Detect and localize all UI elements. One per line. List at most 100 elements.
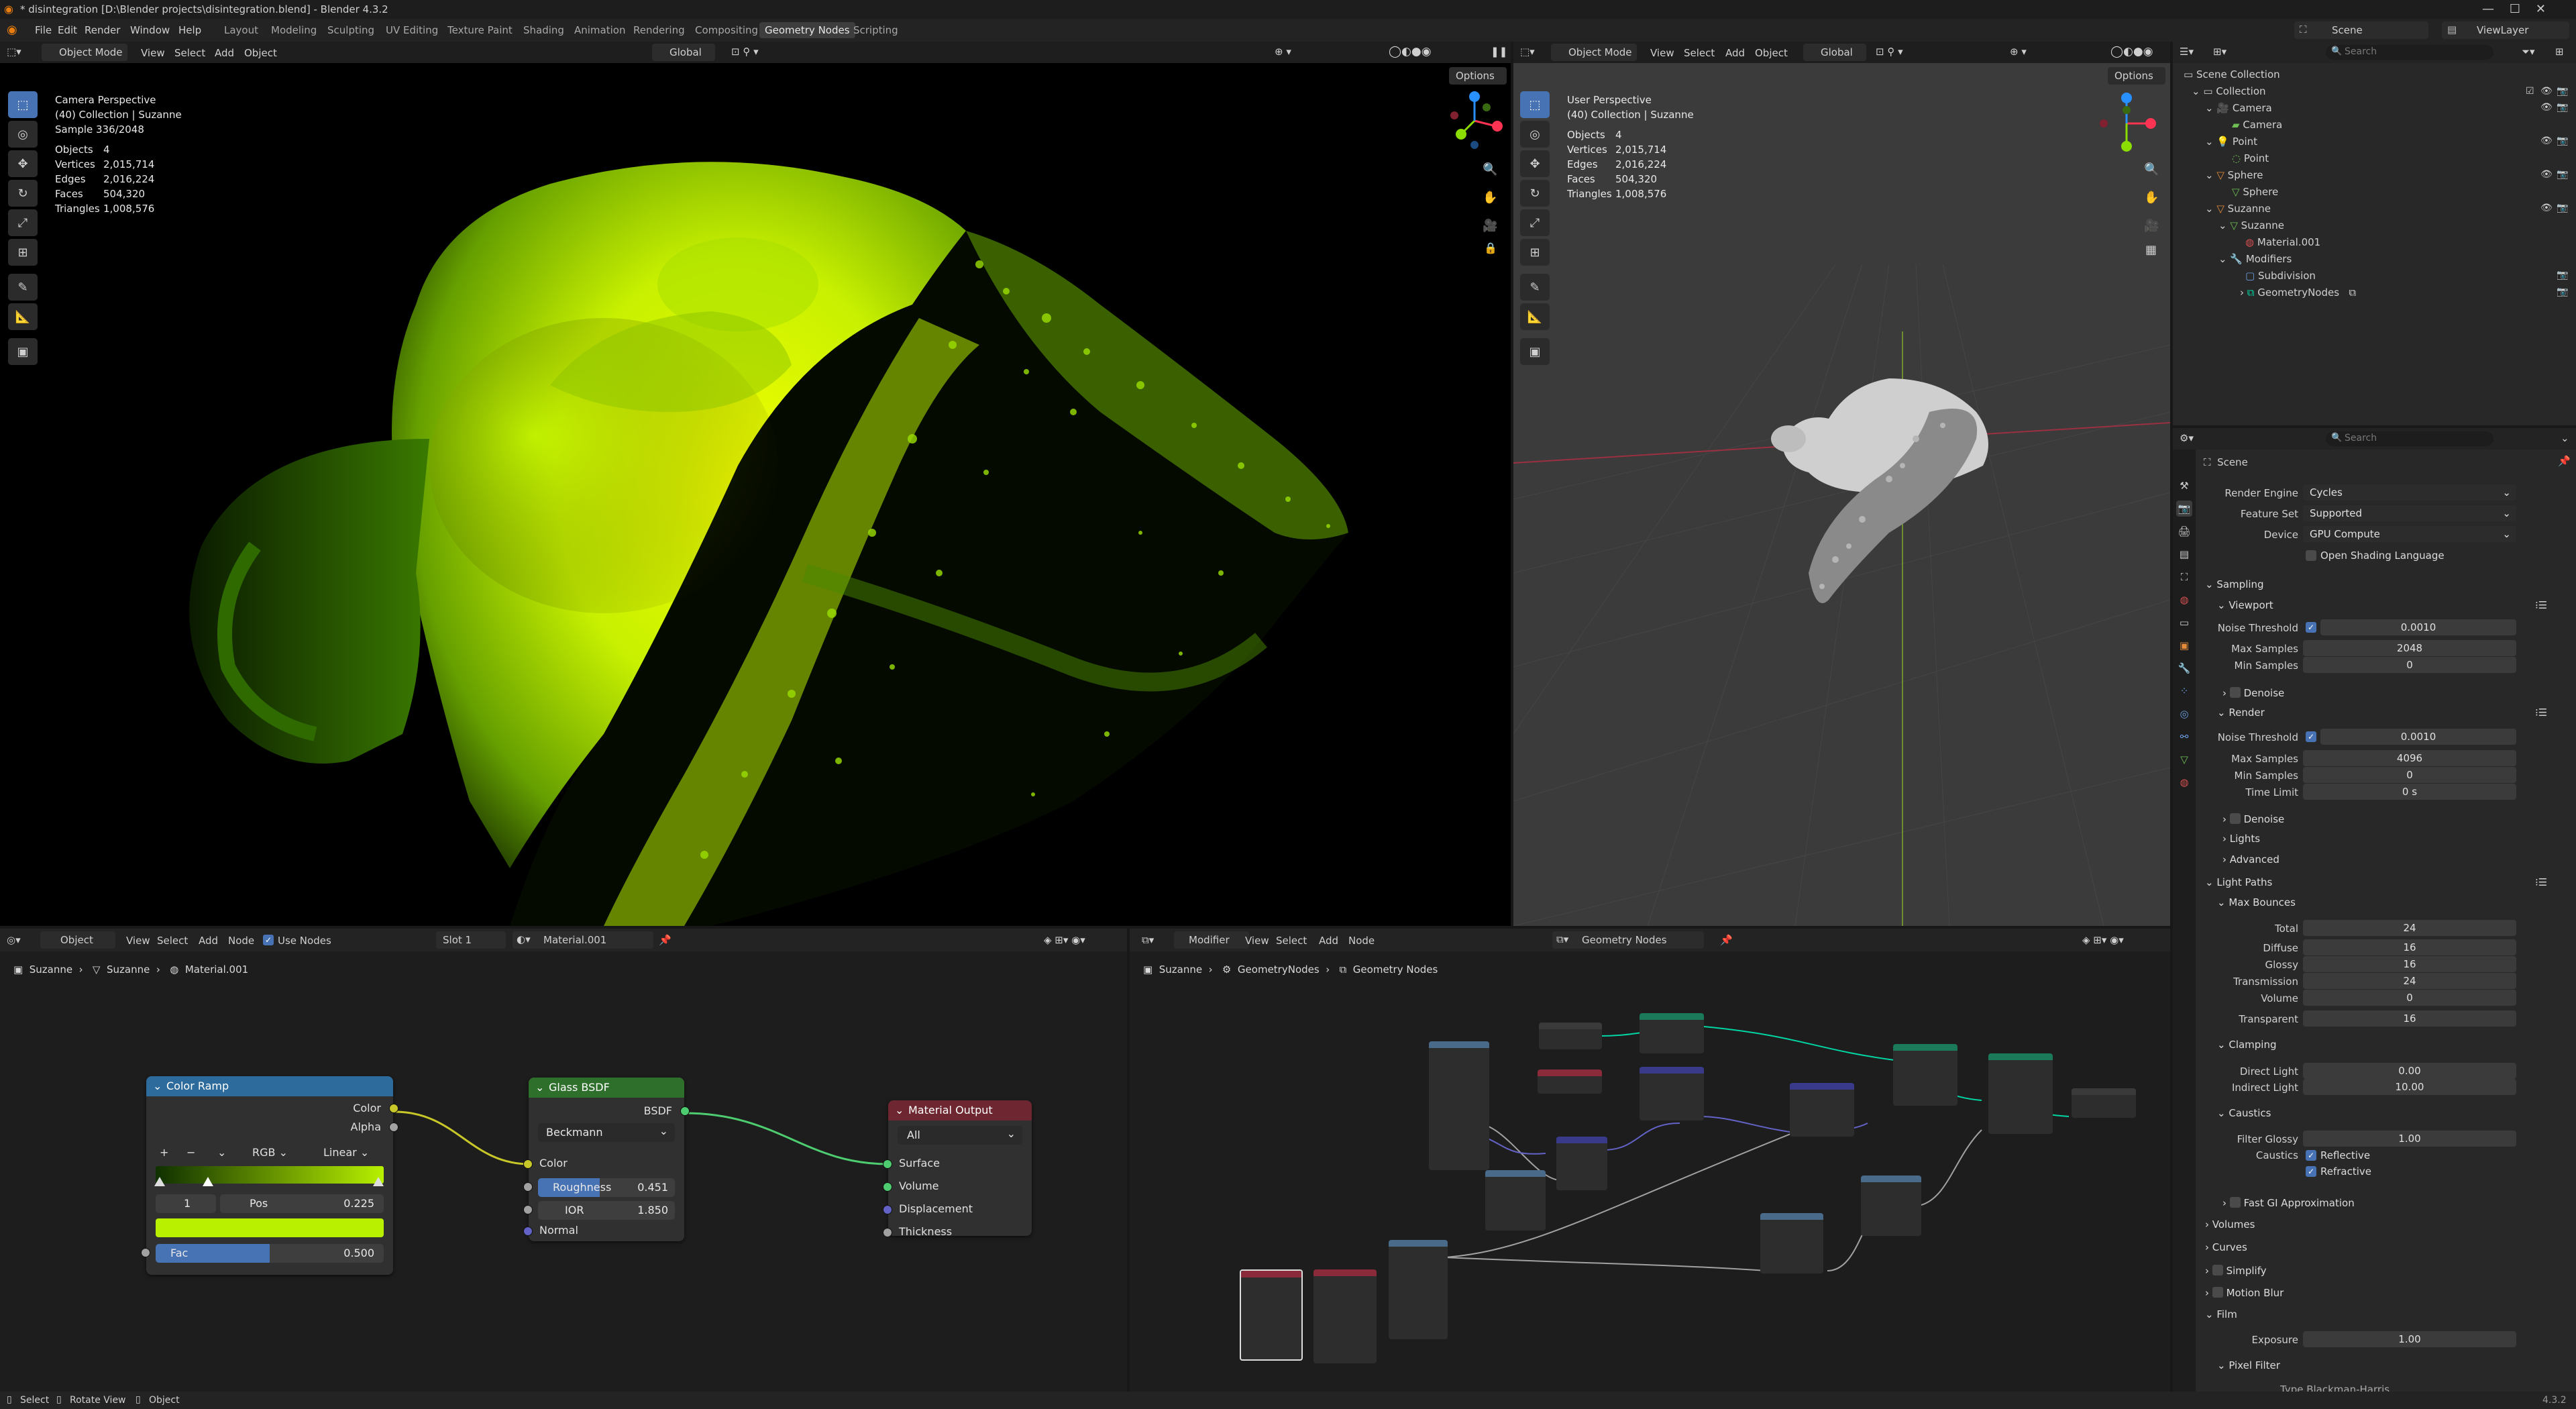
ramp-stop-handle[interactable] (154, 1177, 165, 1186)
input-color-socket[interactable] (523, 1159, 533, 1169)
visibility-eye-icon[interactable]: 👁 (2540, 203, 2553, 213)
output-tab-icon[interactable]: 🖨 (2176, 523, 2192, 539)
add-cube-tool-icon[interactable]: ▣ (1520, 338, 1550, 365)
tab-layout[interactable]: Layout (224, 24, 258, 36)
menu-edit[interactable]: Edit (58, 24, 77, 36)
menu-file[interactable]: File (35, 24, 52, 36)
stop-pos-field[interactable]: Pos 0.225 (220, 1194, 384, 1213)
physics-tab-icon[interactable]: ◎ (2176, 706, 2192, 722)
pan-hand-icon[interactable]: ✋ (2144, 191, 2159, 205)
geo-node[interactable] (2072, 1088, 2136, 1118)
rotate-tool-icon[interactable]: ↻ (8, 180, 38, 207)
outliner-row[interactable]: ▭ Scene Collection (2184, 68, 2280, 81)
tab-compositing[interactable]: Compositing (695, 24, 758, 36)
camera-view-icon[interactable]: 🎥 (1483, 219, 1497, 233)
geo-node[interactable] (1539, 1023, 1602, 1049)
geo-node[interactable] (1313, 1269, 1377, 1363)
orientation-dropdown[interactable]: Global (1803, 44, 1866, 61)
measure-tool-icon[interactable]: 📐 (8, 303, 38, 330)
geo-node[interactable] (1485, 1170, 1546, 1231)
constraints-tab-icon[interactable]: ⚯ (2176, 729, 2192, 745)
render-tab-icon[interactable]: 📷 (2176, 501, 2192, 517)
render-camera-icon[interactable]: 📷 (2557, 169, 2568, 180)
fast-gi-checkbox[interactable] (2229, 1197, 2241, 1208)
motion-blur-checkbox[interactable] (2212, 1287, 2223, 1298)
refractive-checkbox[interactable]: ✓ (2306, 1166, 2316, 1177)
world-tab-icon[interactable]: ◍ (2176, 592, 2192, 608)
annotate-tool-icon[interactable]: ✎ (8, 274, 38, 301)
ramp-menu-icon[interactable]: ⌄ (217, 1146, 226, 1159)
simplify-panel-header[interactable]: › Simplify (2205, 1263, 2267, 1277)
pixel-filter-subpanel-header[interactable]: ⌄ Pixel Filter (2217, 1359, 2280, 1371)
outliner-row[interactable]: ⌄ ▭ Collection (2192, 85, 2266, 97)
geo-node[interactable] (1861, 1176, 1921, 1236)
list-icon[interactable]: ⁝☰ (2535, 876, 2547, 888)
outliner-row[interactable]: ⌄ ▽ Sphere (2205, 169, 2263, 181)
bounce-field[interactable]: 24 (2303, 920, 2516, 936)
color-ramp-gradient[interactable] (156, 1166, 384, 1184)
orientation-dropdown[interactable]: Global (652, 44, 715, 61)
cursor-tool-icon[interactable]: ◎ (8, 121, 38, 148)
denoise-checkbox[interactable] (2229, 687, 2241, 698)
geo-node[interactable] (1640, 1067, 1704, 1120)
input-fac-socket[interactable] (141, 1248, 150, 1257)
film-panel-header[interactable]: ⌄ Film (2205, 1308, 2237, 1320)
list-icon[interactable]: ⁝☰ (2535, 599, 2547, 611)
visibility-eye-icon[interactable]: 👁 (2540, 86, 2553, 97)
reflective-checkbox[interactable]: ✓ (2306, 1150, 2316, 1161)
outliner-row[interactable]: ⌄ 🔧 Modifiers (2218, 253, 2292, 265)
tab-rendering[interactable]: Rendering (633, 24, 685, 36)
remove-stop-button[interactable]: − (186, 1146, 195, 1159)
shading-modes-icon[interactable]: ◯◐●◉ (1389, 45, 1432, 58)
target-dropdown[interactable]: All ⌄ (898, 1126, 1022, 1145)
glass-bsdf-node[interactable]: ⌄ Glass BSDF BSDF Beckmann ⌄ Color Rough… (523, 1078, 690, 1241)
exposure-field[interactable]: 1.00 (2303, 1331, 2516, 1347)
sampling-panel-header[interactable]: ⌄ Sampling (2205, 578, 2264, 590)
collapse-icon[interactable]: ⌄ (895, 1104, 904, 1116)
r-min-field[interactable]: 0 (2303, 767, 2516, 783)
roughness-field[interactable]: Roughness 0.451 (538, 1178, 675, 1197)
outliner-search-input[interactable]: 🔍 Search (2326, 45, 2493, 60)
input-displacement-socket[interactable] (883, 1205, 892, 1214)
r-denoise-header[interactable]: › Denoise (2222, 812, 2284, 825)
zoom-icon[interactable]: 🔍 (2144, 162, 2159, 176)
simplify-checkbox[interactable] (2212, 1265, 2223, 1275)
geo-node[interactable] (1556, 1137, 1607, 1190)
vp-noise-checkbox[interactable]: ✓ (2306, 622, 2316, 633)
denoise-checkbox[interactable] (2229, 813, 2241, 824)
collapse-icon[interactable]: ⌄ (153, 1080, 162, 1092)
window-controls[interactable]: — ☐ ✕ (2482, 2, 2546, 16)
tool-tab-icon[interactable]: ⚒ (2176, 478, 2192, 494)
volumes-panel-header[interactable]: › Volumes (2205, 1218, 2255, 1231)
render-camera-icon[interactable]: 📷 (2557, 102, 2568, 113)
menu-window[interactable]: Window (130, 24, 170, 36)
outliner-row[interactable]: ▰ Camera (2232, 119, 2282, 131)
lock-icon[interactable]: 🔒 (1484, 242, 1497, 254)
filter-glossy-field[interactable]: 1.00 (2303, 1131, 2516, 1147)
bounce-field[interactable]: 16 (2303, 956, 2516, 972)
outliner-row[interactable]: ◌ Point (2232, 152, 2269, 164)
mode-dropdown[interactable]: Object Mode (42, 44, 127, 61)
move-tool-icon[interactable]: ✥ (1520, 150, 1550, 177)
menu-select[interactable]: Select (174, 47, 205, 59)
cursor-tool-icon[interactable]: ◎ (1520, 121, 1550, 148)
transform-tool-icon[interactable]: ⊞ (1520, 239, 1550, 266)
input-normal-socket[interactable] (523, 1227, 533, 1236)
advanced-subpanel-header[interactable]: › Advanced (2222, 853, 2279, 866)
render-camera-icon[interactable]: 📷 (2557, 86, 2568, 97)
scale-tool-icon[interactable]: ⤢ (8, 209, 38, 236)
editor-type-icon[interactable]: ⚙▾ (2180, 432, 2194, 444)
tab-geometry-nodes[interactable]: Geometry Nodes (759, 22, 855, 38)
render-subpanel-header[interactable]: ⌄ Render (2217, 707, 2265, 719)
snap-icon[interactable]: ⊡ ⚲ ▾ (1876, 46, 1903, 58)
visibility-eye-icon[interactable]: 👁 (2540, 136, 2553, 146)
editor-type-icon[interactable]: ⬚▾ (1520, 46, 1535, 58)
select-tool-icon[interactable]: ⬚ (1520, 91, 1550, 118)
editor-type-icon[interactable]: ⬚▾ (7, 46, 21, 58)
geo-node[interactable] (1893, 1044, 1957, 1106)
render-engine-dropdown[interactable]: Cycles ⌄ (2303, 484, 2516, 501)
lights-subpanel-header[interactable]: › Lights (2222, 833, 2260, 845)
stop-color-swatch[interactable] (156, 1218, 384, 1237)
outliner-row[interactable]: ⌄ ▽ Suzanne (2205, 203, 2271, 215)
max-bounces-subpanel-header[interactable]: ⌄ Max Bounces (2217, 896, 2296, 908)
